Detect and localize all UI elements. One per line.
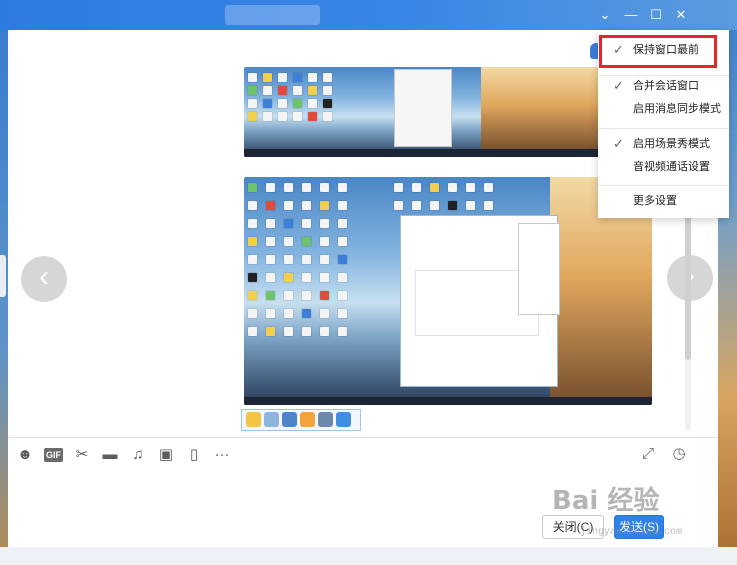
menu-item-merge-sessions[interactable]: ✓ 合并会话窗口 <box>598 74 729 98</box>
chevron-down-icon[interactable]: ⌄ <box>594 5 616 25</box>
emoji-icon[interactable]: ☻ <box>16 446 34 464</box>
taskbar-thumbnail <box>244 397 652 405</box>
menu-item-label: 启用消息同步模式 <box>633 103 721 115</box>
baidu-watermark: Bai 经验 <box>552 486 660 516</box>
menu-divider <box>598 128 729 129</box>
gif-icon[interactable]: GIF <box>44 448 63 462</box>
sticker-icon[interactable] <box>264 412 279 427</box>
title-bar[interactable]: ⌄ — ☐ ✕ <box>0 0 737 30</box>
sticker-icon[interactable] <box>318 412 333 427</box>
menu-divider <box>598 185 729 186</box>
chat-image-2[interactable] <box>244 177 652 405</box>
expand-icon[interactable]: ⤢ <box>639 445 657 463</box>
minimize-button[interactable]: — <box>620 5 642 25</box>
sticker-icon[interactable] <box>282 412 297 427</box>
folder-icon[interactable]: ▬ <box>101 446 119 464</box>
image-icon[interactable]: ▣ <box>157 446 175 464</box>
menu-item-scene-show[interactable]: ✓ 启用场景秀模式 <box>598 132 729 156</box>
menu-item-label: 更多设置 <box>633 195 677 207</box>
checkmark-icon: ✓ <box>613 136 624 151</box>
input-divider <box>8 437 718 438</box>
more-icon[interactable]: ··· <box>213 446 231 464</box>
menu-item-label: 启用场景秀模式 <box>633 138 710 150</box>
close-window-button[interactable]: ✕ <box>670 5 692 25</box>
emoji-icon[interactable] <box>246 412 261 427</box>
desktop-icons <box>248 183 347 336</box>
menu-item-label: 合并会话窗口 <box>633 80 699 92</box>
input-toolbar: ☻ GIF ✂ ▬ ♫ ▣ ▯ ··· <box>16 445 231 465</box>
chevron-left-icon: ‹ <box>39 260 49 293</box>
chat-image-1[interactable] <box>244 67 652 157</box>
maximize-button[interactable]: ☐ <box>645 5 667 25</box>
chat-title-blurred <box>225 5 320 25</box>
music-icon[interactable]: ♫ <box>129 446 147 464</box>
desktop-edge <box>0 30 8 565</box>
annotation-highlight-box <box>599 35 717 68</box>
context-menu-thumbnail <box>394 69 452 147</box>
sticker-strip[interactable] <box>241 409 361 431</box>
menu-item-label: 音视频通话设置 <box>633 161 710 173</box>
shake-icon[interactable]: ▯ <box>185 446 203 464</box>
menu-thumbnail <box>518 223 560 315</box>
checkmark-icon: ✓ <box>613 78 624 93</box>
menu-item-message-sync[interactable]: 启用消息同步模式 <box>598 97 729 121</box>
menu-item-more-settings[interactable]: 更多设置 <box>598 189 729 213</box>
menu-item-av-call-settings[interactable]: 音视频通话设置 <box>598 155 729 179</box>
history-clock-icon[interactable]: ◷ <box>670 445 688 463</box>
bottom-edge <box>0 547 737 565</box>
baidu-watermark-url: jingyan.baidu.com <box>580 527 683 538</box>
desktop-icons <box>248 73 332 121</box>
prev-image-button[interactable]: ‹ <box>21 256 67 302</box>
side-panel-handle[interactable] <box>0 255 6 297</box>
desktop-icons <box>394 183 493 210</box>
taskbar-thumbnail <box>244 149 652 157</box>
star-icon[interactable] <box>336 412 351 427</box>
scissors-icon[interactable]: ✂ <box>73 446 91 464</box>
sticker-icon[interactable] <box>300 412 315 427</box>
